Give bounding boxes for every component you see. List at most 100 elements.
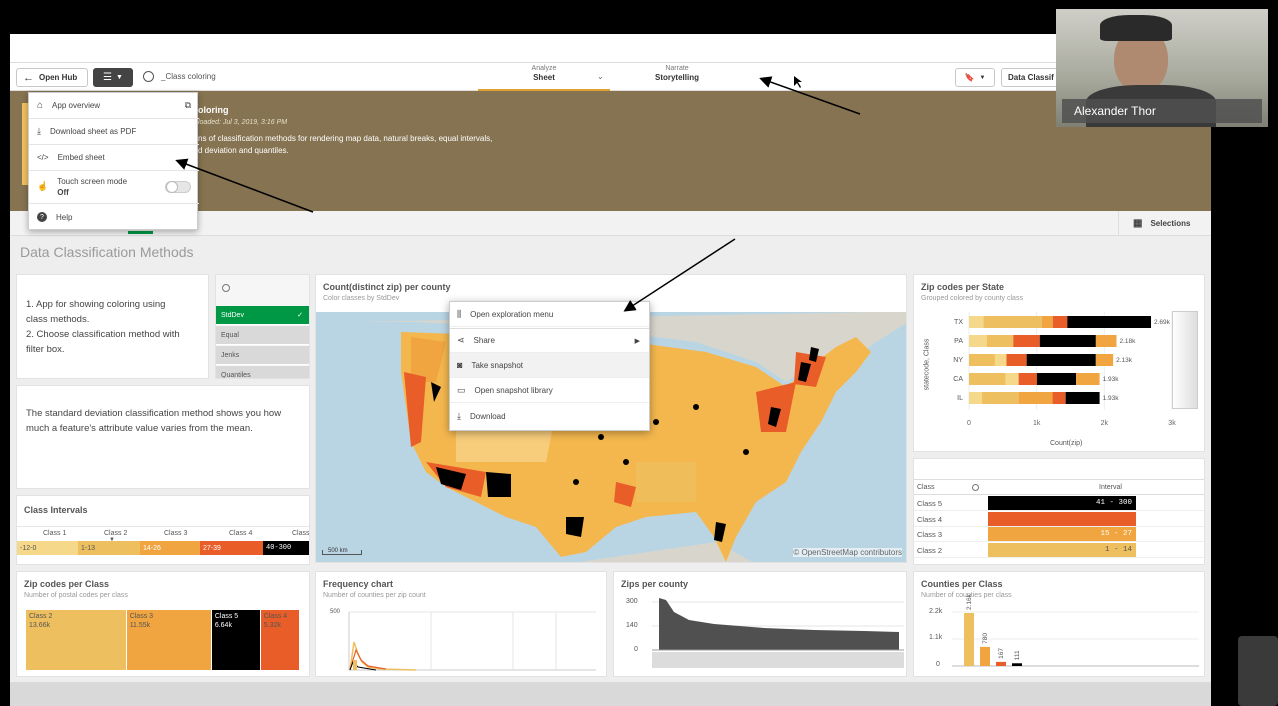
table-row: Class 4 28 - 40	[914, 511, 1204, 527]
intro-text-card: 1. App for showing coloring using class …	[16, 274, 209, 379]
counties-bar-chart: 2.16k 780 167 111	[952, 593, 1199, 667]
header-class-2: Class 2	[104, 530, 128, 537]
interval-cell: 28 - 40	[988, 511, 1136, 526]
tab-narrate-storytelling[interactable]: Narrate Storytelling	[622, 65, 732, 82]
chart-minimap-scrollbar[interactable]	[1172, 311, 1198, 409]
tab-analyze-sheet[interactable]: Analyze Sheet	[478, 65, 610, 91]
new-tab-icon[interactable]: ⧉	[185, 100, 191, 111]
method-filter-pane: StdDev ✓ Equal Jenks Quantiles	[215, 274, 310, 379]
app-name: _Class coloring	[161, 72, 216, 81]
bar-value-label: 2.69k	[1154, 319, 1171, 326]
x-tick-label: 1k	[1033, 420, 1041, 427]
state-bar-segment	[1052, 316, 1068, 328]
interval-cell-5: 40-300	[263, 541, 309, 555]
menu-item-touch-screen[interactable]: ☝ Touch screen mode Off	[29, 171, 199, 204]
participant-name: Alexander Thor	[1074, 104, 1156, 118]
map-attribution-link[interactable]: © OpenStreetMap contributors	[793, 548, 902, 557]
state-bar-segment	[1005, 373, 1019, 385]
state-label: PA	[954, 338, 963, 345]
bar-value-label: 2.18k	[1120, 338, 1137, 345]
search-icon[interactable]	[222, 284, 230, 292]
treemap-value: 6.64k	[214, 622, 232, 629]
frequency-line-chart	[348, 611, 596, 671]
global-menu-button[interactable]: ☰ ▼	[93, 68, 133, 87]
qlik-sense-window: ← Open Hub ☰ ▼ _Class coloring Analyze She…	[10, 34, 1211, 706]
menu-item-app-overview[interactable]: ⌂ App overview ⧉	[29, 93, 199, 119]
header-class-1: Class 1	[43, 530, 67, 537]
sheet-selector-button[interactable]: Data Classif	[1001, 68, 1061, 87]
treemap-class-name: Class 2	[29, 613, 53, 620]
context-item-exploration-menu[interactable]: ⫼ Open exploration menu	[450, 302, 649, 327]
class-cell: Class 2	[917, 545, 943, 555]
class-intervals-title: Class Intervals	[24, 505, 88, 515]
check-icon: ✓	[297, 312, 303, 319]
side-panel	[1238, 636, 1278, 706]
globe-icon	[143, 71, 154, 82]
sliders-icon: ⫼	[457, 308, 462, 319]
interval-cell: 41 - 300	[988, 496, 1136, 510]
caret-down-icon: ▼	[116, 74, 123, 81]
header-class-5: Class	[292, 530, 310, 537]
zips-per-county-card[interactable]: Zips per county 300 140 0	[613, 571, 907, 677]
context-item-snapshot-library[interactable]: ▭ Open snapshot library	[450, 378, 649, 403]
touch-toggle[interactable]	[165, 181, 191, 193]
context-item-share[interactable]: ⋖ Share ▶	[450, 328, 649, 353]
home-icon: ⌂	[37, 100, 44, 111]
zip-state-bar-chart: 0 1k 2k 3k TX 2.69k PA 2.18k NY 2.13k CA 1.93k IL 1.9…	[953, 312, 1176, 427]
state-bar-segment	[1065, 392, 1100, 404]
state-bar-segment	[1026, 354, 1096, 366]
app-description-2: d deviation and quantiles.	[198, 146, 289, 155]
open-hub-button[interactable]: ← Open Hub	[16, 68, 88, 87]
global-menu-dropdown: ⌂ App overview ⧉ ⤓ Download sheet as PDF <…	[28, 92, 199, 230]
x-axis-label: Count(zip)	[1050, 440, 1083, 447]
filter-item-equal[interactable]: Equal	[216, 326, 309, 345]
bar-value-label: 1.93k	[1103, 395, 1120, 402]
bookmark-button[interactable]: 🔖 ▼	[955, 68, 995, 87]
header-class-4: Class 4	[229, 530, 253, 537]
filter-item-jenks[interactable]: Jenks	[216, 346, 309, 365]
state-label: CA	[953, 376, 963, 383]
caret-right-icon: ▶	[634, 337, 640, 345]
state-bar-segment	[969, 335, 987, 347]
table-row: Class 2 1 - 14	[914, 542, 1204, 558]
interval-cell-1: -12-0	[17, 541, 78, 555]
treemap-block: Class 4 5.32k	[260, 610, 300, 670]
state-bar-segment	[969, 392, 983, 404]
share-icon: ⋖	[457, 335, 465, 345]
zips-area-chart	[652, 598, 904, 668]
bar-value-label: 111	[1014, 650, 1021, 660]
table-row: Class 5 41 - 300	[914, 496, 1204, 511]
context-item-download[interactable]: ⤓ Download	[450, 404, 649, 429]
filter-item-stddev[interactable]: StdDev ✓	[216, 306, 309, 325]
x-tick-label: 3k	[1168, 420, 1176, 427]
header-class-3: Class 3	[164, 530, 188, 537]
treemap-class-name: Class 3	[129, 613, 154, 620]
camera-icon: ◙	[457, 360, 463, 370]
download-icon: ⤓	[37, 126, 41, 136]
context-item-take-snapshot[interactable]: ◙ Take snapshot	[450, 353, 649, 378]
interval-cell-2: 1-13	[78, 541, 140, 555]
app-description-1: ns of classification methods for renderi…	[198, 134, 493, 143]
person-cap	[1100, 15, 1172, 41]
menu-item-embed-sheet[interactable]: </> Embed sheet	[29, 145, 199, 171]
zip-per-class-card[interactable]: Zip codes per Class Number of postal cod…	[16, 571, 310, 677]
state-bar-segment	[1076, 373, 1100, 385]
treemap-block: Class 3 11.55k	[126, 610, 212, 670]
state-bar-segment	[1039, 335, 1096, 347]
frequency-chart-card[interactable]: Frequency chart Number of counties per z…	[315, 571, 607, 677]
filter-item-quantiles[interactable]: Quantiles	[216, 366, 309, 378]
state-bar-segment	[1036, 373, 1077, 385]
state-bar-segment	[1041, 316, 1053, 328]
chevron-down-icon[interactable]: ⌄	[597, 72, 604, 81]
search-icon[interactable]	[972, 484, 979, 491]
interval-cell: 15 - 27	[988, 527, 1136, 541]
selections-button[interactable]: ▦ Selections	[1118, 211, 1211, 236]
menu-item-download-pdf[interactable]: ⤓ Download sheet as PDF	[29, 119, 199, 145]
zip-per-state-card[interactable]: Zip codes per State Grouped colored by c…	[913, 274, 1205, 452]
treemap-class-name: Class 4	[263, 613, 288, 620]
intro-line: filter box.	[26, 344, 65, 355]
state-label: TX	[954, 319, 963, 326]
bar-value-label: 2.13k	[1116, 357, 1133, 364]
menu-item-help[interactable]: ? Help	[29, 204, 199, 230]
counties-per-class-card[interactable]: Counties per Class Number of counties pe…	[913, 571, 1205, 677]
